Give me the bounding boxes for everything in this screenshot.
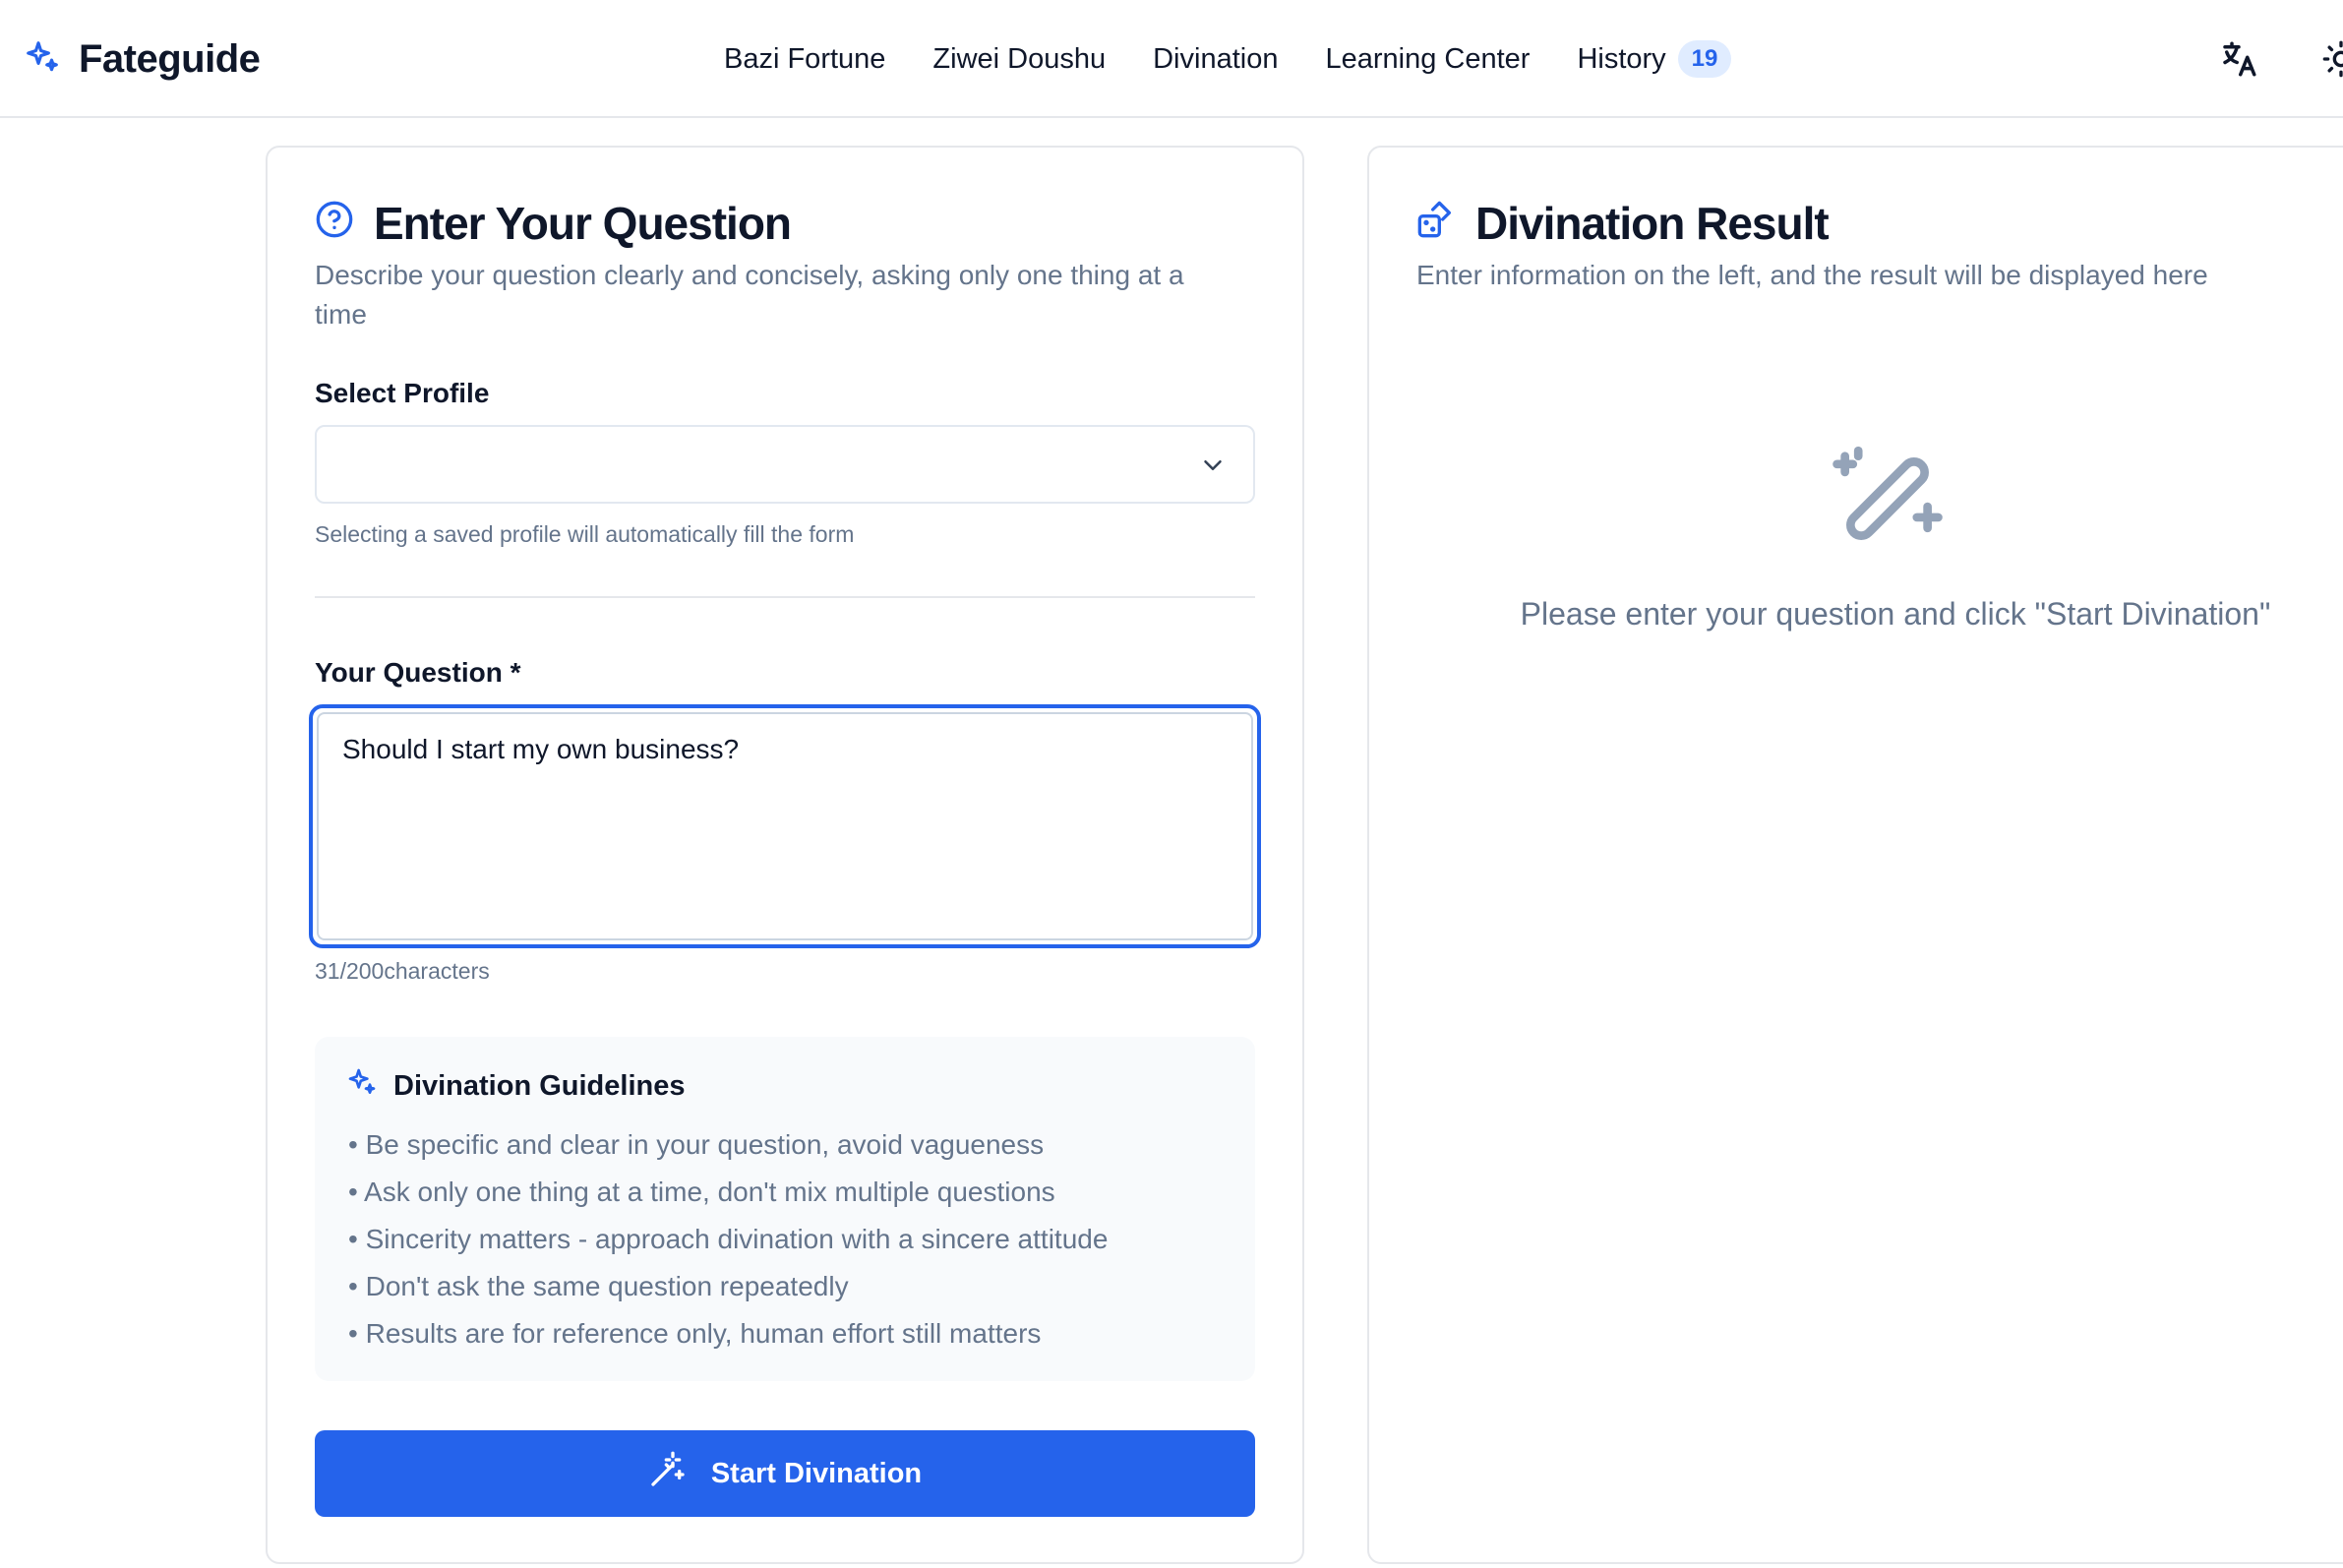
list-item: Be specific and clear in your question, … <box>348 1121 1108 1169</box>
question-card-title: Enter Your Question <box>315 197 792 250</box>
divider <box>315 596 1255 598</box>
result-card-subtitle: Enter information on the left, and the r… <box>1416 260 2208 290</box>
nav-bazi-fortune[interactable]: Bazi Fortune <box>724 43 885 76</box>
character-counter: 31/200characters <box>315 958 490 984</box>
magic-wand-icon <box>648 1450 688 1497</box>
dice-icon <box>1416 197 1456 250</box>
question-input-focus-ring: Should I start my own business? <box>309 704 1261 948</box>
result-card: Divination Result Enter information on t… <box>1367 146 2343 1564</box>
nav-learning-center[interactable]: Learning Center <box>1325 43 1530 76</box>
result-card-title: Divination Result <box>1416 197 1830 250</box>
profile-label: Select Profile <box>315 378 490 408</box>
nav-ziwei-doushu[interactable]: Ziwei Doushu <box>932 43 1106 76</box>
guidelines-title: Divination Guidelines <box>346 1066 686 1106</box>
list-item: Results are for reference only, human ef… <box>348 1310 1108 1357</box>
magic-wand-icon <box>1824 435 1952 568</box>
list-item: Ask only one thing at a time, don't mix … <box>348 1169 1108 1216</box>
question-card-subtitle: Describe your question clearly and conci… <box>315 260 1184 330</box>
list-item: Sincerity matters - approach divination … <box>348 1216 1109 1263</box>
question-input[interactable]: Should I start my own business? <box>317 712 1253 940</box>
sparkles-icon <box>346 1066 378 1106</box>
guidelines-list: Be specific and clear in your question, … <box>348 1121 1108 1357</box>
list-item: Don't ask the same question repeatedly <box>348 1263 1108 1310</box>
main-nav: Bazi Fortune Ziwei Doushu Divination Lea… <box>724 30 1732 89</box>
profile-hint: Selecting a saved profile will automatic… <box>315 521 855 547</box>
question-circle-icon <box>315 197 354 250</box>
history-count-badge: 19 <box>1677 40 1732 78</box>
empty-result-message: Please enter your question and click "St… <box>1520 596 2271 632</box>
translate-icon[interactable] <box>2211 31 2266 87</box>
question-card: Enter Your Question Describe your questi… <box>266 146 1304 1564</box>
question-label: Your Question * <box>315 657 521 688</box>
sparkles-icon <box>24 38 61 81</box>
guidelines-panel: Divination Guidelines Be specific and cl… <box>315 1037 1255 1381</box>
brand[interactable]: Fateguide <box>24 30 261 89</box>
chevron-down-icon <box>1198 451 1228 485</box>
sun-icon[interactable] <box>2313 31 2343 87</box>
nav-history-label: History <box>1577 42 1666 75</box>
start-divination-label: Start Divination <box>710 1457 923 1489</box>
start-divination-button[interactable]: Start Divination <box>315 1430 1255 1517</box>
brand-name: Fateguide <box>79 36 261 81</box>
nav-history[interactable]: History 19 <box>1577 40 1732 78</box>
top-header: Fateguide Bazi Fortune Ziwei Doushu Divi… <box>0 0 2343 118</box>
profile-select[interactable] <box>315 425 1255 504</box>
nav-divination[interactable]: Divination <box>1153 43 1278 76</box>
